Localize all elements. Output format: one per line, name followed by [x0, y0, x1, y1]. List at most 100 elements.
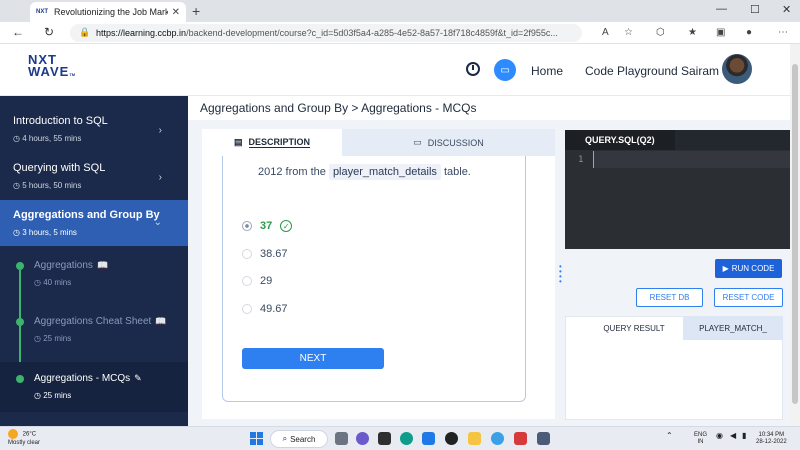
chrome-icon[interactable]: [491, 432, 504, 445]
taskbar-search[interactable]: ⌕ Search: [270, 430, 328, 448]
tab-player-match[interactable]: PLAYER_MATCH_: [683, 316, 783, 340]
url-path: /backend-development/course?c_id=5d03f5a…: [186, 28, 558, 38]
module-title: Aggregations and Group By: [13, 209, 160, 221]
profile-icon[interactable]: ●: [746, 27, 752, 38]
completed-dot-icon: [16, 375, 24, 383]
course-sidebar: Introduction to SQL ◷ 4 hours, 55 mins ›…: [0, 96, 188, 426]
reset-code-button[interactable]: RESET CODE: [714, 288, 783, 307]
minimize-icon[interactable]: —: [716, 3, 727, 15]
tray-chevron-icon[interactable]: ⌃: [666, 432, 673, 440]
read-aloud-icon[interactable]: A: [602, 27, 609, 38]
browser-tab[interactable]: NXT Revolutionizing the Job Market | ✕: [30, 2, 186, 22]
sub-item-duration: ◷ 25 mins: [34, 334, 72, 343]
app-header: NXT WAVETM ▭ Home Code Playground Sairam: [0, 44, 790, 96]
window-close-icon[interactable]: ✕: [782, 3, 791, 16]
mcafee-icon[interactable]: [514, 432, 527, 445]
scrollbar-thumb[interactable]: [792, 64, 798, 404]
extensions-icon[interactable]: ⬡: [656, 27, 665, 38]
weather-widget[interactable]: 26°C Mostly clear: [8, 429, 40, 447]
github-icon[interactable]: [445, 432, 458, 445]
collections-icon[interactable]: ▣: [716, 27, 725, 38]
nxtwave-logo[interactable]: NXT WAVETM: [28, 53, 76, 81]
module-title: Querying with SQL: [13, 162, 106, 174]
sidebar-module-querying-sql[interactable]: Querying with SQL ◷ 5 hours, 50 mins ›: [0, 153, 188, 199]
wifi-icon[interactable]: ◉: [716, 432, 723, 440]
radio-selected[interactable]: [242, 221, 252, 231]
sidebar-module-intro-sql[interactable]: Introduction to SQL ◷ 4 hours, 55 mins ›: [0, 106, 188, 152]
tab-description[interactable]: ▤ DESCRIPTION: [202, 129, 342, 156]
description-tabs: ▤ DESCRIPTION ▭ DISCUSSION: [202, 129, 555, 156]
app-icon[interactable]: [378, 432, 391, 445]
avatar[interactable]: [722, 54, 752, 84]
chevron-right-icon: ›: [158, 172, 162, 183]
reset-db-button[interactable]: RESET DB: [636, 288, 703, 307]
sidebar-item-mcqs[interactable]: Aggregations - MCQs ✎ ◷ 25 mins: [0, 362, 188, 412]
editor-current-line[interactable]: [593, 151, 790, 168]
play-icon: ▶: [722, 264, 729, 273]
user-name[interactable]: Sairam: [681, 64, 719, 78]
option-3[interactable]: 29: [242, 275, 272, 287]
logo-tm: TM: [69, 72, 76, 77]
option-2[interactable]: 38.67: [242, 248, 288, 260]
module-duration: ◷ 5 hours, 50 mins: [13, 181, 82, 190]
tab-query-sql[interactable]: QUERY.SQL(Q2): [565, 130, 675, 150]
sidebar-item-cheat-sheet[interactable]: Aggregations Cheat Sheet 📖 ◷ 25 mins: [0, 304, 188, 360]
module-title: Introduction to SQL: [13, 115, 108, 127]
site-favicon-icon: NXT: [36, 9, 48, 15]
nav-home[interactable]: Home: [531, 64, 563, 78]
windows-taskbar: 26°C Mostly clear ⌕ Search ⌃ ENG IN ◉ ◀ ▮ …: [0, 426, 800, 450]
radio[interactable]: [242, 304, 252, 314]
sidebar-item-aggregations[interactable]: Aggregations 📖 ◷ 40 mins: [0, 248, 188, 304]
completed-dot-icon: [16, 262, 24, 270]
drag-handle-icon[interactable]: • • • •: [559, 263, 563, 286]
maximize-icon[interactable]: ☐: [750, 3, 760, 16]
correct-check-icon: ✓: [280, 220, 293, 232]
radio[interactable]: [242, 276, 252, 286]
sub-item-duration: ◷ 40 mins: [34, 278, 72, 287]
tab-close-icon[interactable]: ✕: [172, 7, 180, 18]
tab-query-result[interactable]: QUERY RESULT: [586, 316, 682, 340]
url-input[interactable]: 🔒 https://learning.ccbp.in/backend-devel…: [70, 24, 582, 42]
stopwatch-icon[interactable]: [466, 62, 480, 76]
nav-code-playground[interactable]: Code Playground: [585, 64, 678, 78]
chevron-down-icon: ⌄: [153, 217, 162, 228]
address-bar-row: ← ↻ 🔒 https://learning.ccbp.in/backend-d…: [0, 22, 800, 44]
line-number: 1: [578, 155, 584, 165]
question-text: 2012 from the player_match_details table…: [258, 164, 471, 180]
book-icon: 📖: [155, 316, 167, 326]
new-tab-icon[interactable]: +: [192, 3, 200, 19]
run-code-button[interactable]: ▶ RUN CODE: [715, 259, 782, 278]
refresh-icon[interactable]: ↻: [44, 25, 54, 39]
edge-icon[interactable]: [400, 432, 413, 445]
task-view-icon[interactable]: [335, 432, 348, 445]
clock[interactable]: 10:34 PM 28-12-2022: [756, 432, 787, 446]
option-4[interactable]: 49.67: [242, 303, 288, 315]
favorites-icon[interactable]: ★: [688, 27, 697, 38]
tab-discussion[interactable]: ▭ DISCUSSION: [342, 129, 555, 156]
file-explorer-icon[interactable]: [468, 432, 481, 445]
favorite-star-icon[interactable]: ☆: [624, 27, 633, 38]
sub-item-title: Aggregations Cheat Sheet 📖: [34, 316, 167, 327]
sub-item-title: Aggregations - MCQs ✎: [34, 373, 142, 384]
breadcrumb: Aggregations and Group By > Aggregations…: [200, 101, 477, 115]
store-icon[interactable]: [422, 432, 435, 445]
battery-icon[interactable]: ▮: [742, 432, 746, 440]
page-scrollbar[interactable]: [790, 44, 800, 426]
next-button[interactable]: NEXT: [242, 348, 384, 369]
chat-app-icon[interactable]: [356, 432, 369, 445]
url-host: https://learning.ccbp.in: [96, 28, 187, 38]
back-icon[interactable]: ←: [12, 25, 24, 39]
completed-dot-icon: [16, 318, 24, 326]
windows-start-icon[interactable]: [250, 432, 263, 445]
browser-menu-icon[interactable]: ⋯: [778, 27, 788, 38]
language-indicator[interactable]: ENG IN: [694, 432, 707, 446]
settings-icon[interactable]: [537, 432, 550, 445]
volume-icon[interactable]: ◀: [730, 432, 736, 440]
radio[interactable]: [242, 249, 252, 259]
sidebar-module-aggregations[interactable]: Aggregations and Group By ◷ 3 hours, 5 m…: [0, 200, 188, 246]
chat-icon[interactable]: ▭: [494, 59, 516, 81]
lock-icon: 🔒: [79, 27, 91, 37]
option-1[interactable]: 37 ✓: [242, 220, 293, 232]
discussion-icon: ▭: [413, 137, 422, 147]
sub-item-duration: ◷ 25 mins: [34, 391, 72, 400]
